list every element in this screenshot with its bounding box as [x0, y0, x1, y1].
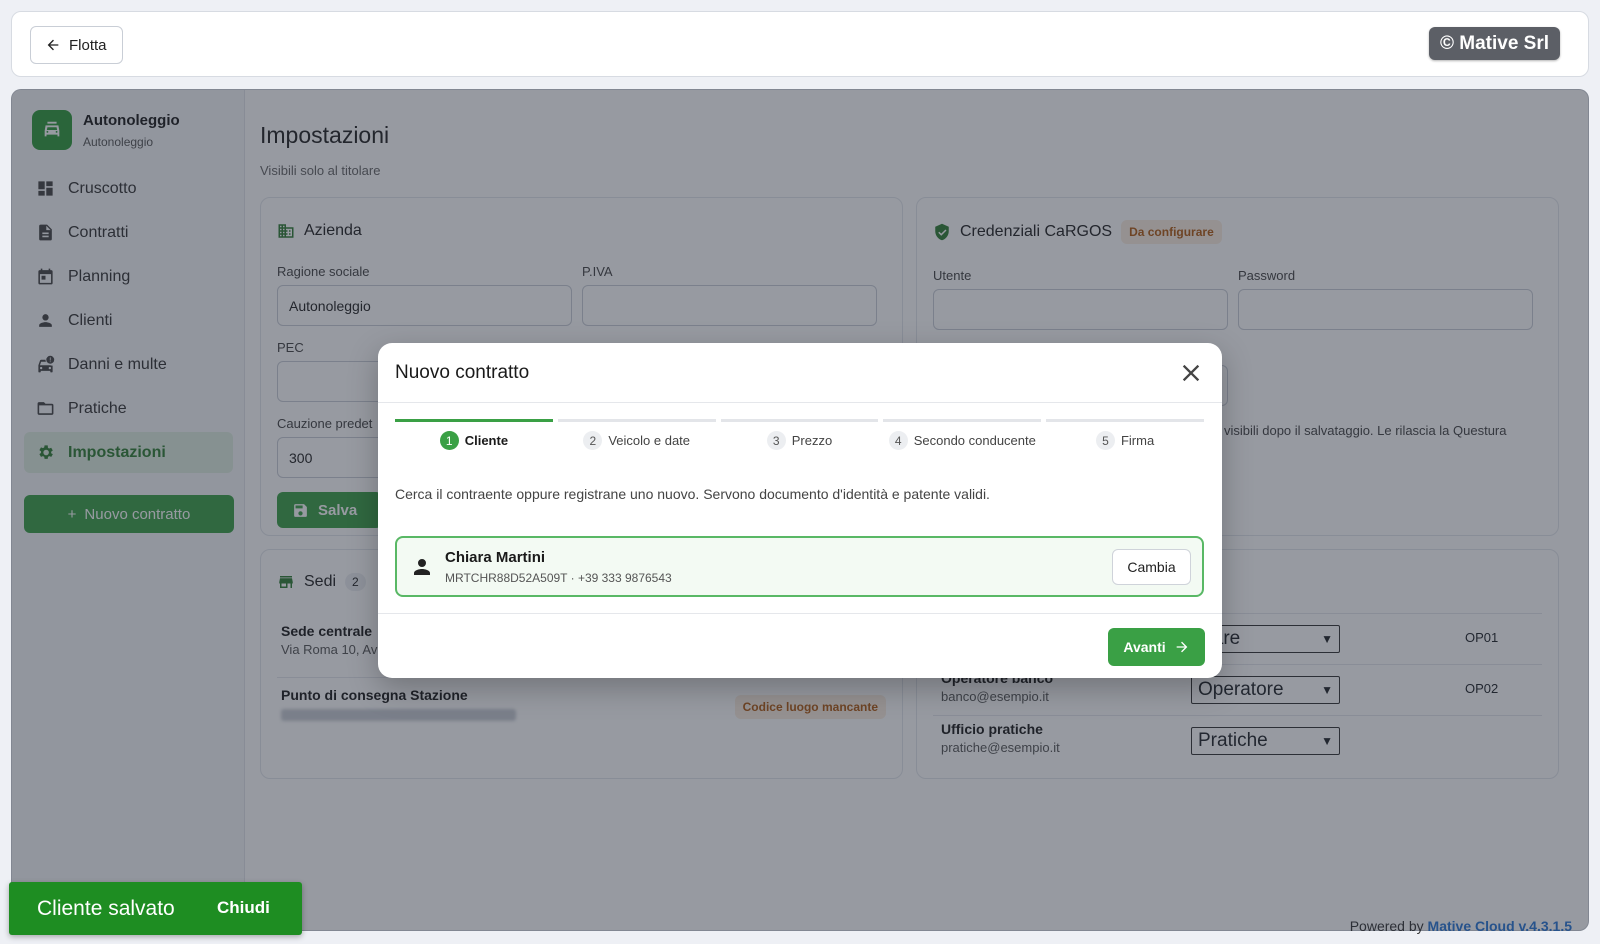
- person-icon: [414, 559, 430, 575]
- selected-client-card: Chiara Martini MRTCHR88D52A509T · +39 33…: [395, 536, 1204, 597]
- toast-close-button[interactable]: Chiudi: [217, 898, 270, 918]
- arrow-left-icon: [47, 39, 59, 51]
- arrow-right-icon: [1176, 641, 1187, 653]
- new-contract-dialog: Nuovo contratto 1 Cliente 2 Veicolo e da…: [378, 343, 1222, 678]
- next-button[interactable]: Avanti: [1108, 628, 1205, 666]
- step-firma[interactable]: 5 Firma: [1046, 419, 1204, 450]
- toast-notification: Cliente salvato Chiudi: [9, 882, 302, 935]
- step-number: 3: [766, 431, 786, 450]
- client-name: Chiara Martini: [445, 549, 546, 566]
- toast-message: Cliente salvato: [37, 897, 175, 920]
- modal-title: Nuovo contratto: [395, 362, 530, 383]
- step-prezzo[interactable]: 3 Prezzo: [720, 419, 879, 450]
- step-veicolo-e-date[interactable]: 2 Veicolo e date: [557, 419, 716, 450]
- back-to-fleet-button[interactable]: Flotta: [30, 26, 123, 64]
- step-label: Cliente: [464, 433, 509, 448]
- brand-logo: © Mative Srl: [1429, 27, 1560, 60]
- modal-description: Cerca il contraente oppure registrane un…: [395, 486, 990, 502]
- step-cliente[interactable]: 1 Cliente: [395, 419, 553, 450]
- step-label: Secondo conducente: [913, 433, 1036, 448]
- step-number: 5: [1095, 431, 1115, 450]
- step-label: Veicolo e date: [608, 433, 691, 448]
- step-label: Firma: [1120, 433, 1155, 448]
- client-detail: MRTCHR88D52A509T · +39 333 9876543: [445, 571, 672, 585]
- modal-header: Nuovo contratto: [378, 343, 1222, 403]
- step-label: Prezzo: [791, 433, 833, 448]
- back-button-label: Flotta: [69, 36, 107, 54]
- step-secondo-conducente[interactable]: 4 Secondo conducente: [883, 419, 1042, 450]
- step-number: 1: [439, 431, 459, 450]
- stepper: 1 Cliente 2 Veicolo e date 3 Prezzo 4 Se…: [395, 419, 1204, 450]
- close-icon[interactable]: [1177, 359, 1205, 387]
- modal-footer: Avanti: [378, 613, 1222, 678]
- top-bar: Flotta © Mative Srl: [11, 11, 1589, 77]
- step-number: 2: [583, 431, 603, 450]
- change-client-button[interactable]: Cambia: [1112, 549, 1191, 585]
- step-number: 4: [888, 431, 908, 450]
